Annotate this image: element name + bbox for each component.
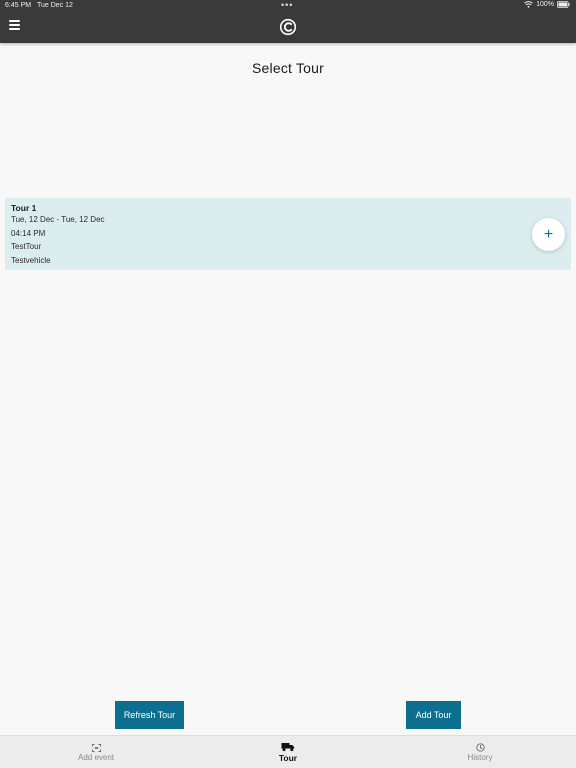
add-tour-button[interactable]: Add Tour [406, 701, 461, 729]
tour-dates: Tue, 12 Dec - Tue, 12 Dec [11, 215, 105, 224]
tab-tour[interactable]: Tour [192, 736, 384, 768]
scan-icon [91, 743, 101, 752]
tour-time: 04:14 PM [11, 229, 46, 238]
tour-card[interactable]: Tour 1 Tue, 12 Dec - Tue, 12 Dec 04:14 P… [5, 198, 571, 270]
status-date: Tue Dec 12 [37, 2, 73, 9]
refresh-tour-button[interactable]: Refresh Tour [115, 701, 184, 729]
multitask-dots[interactable]: ••• [281, 0, 293, 10]
battery-icon [557, 1, 570, 8]
tab-label: History [467, 753, 493, 762]
clock-icon [475, 743, 485, 752]
tab-label: Tour [278, 753, 298, 763]
wifi-icon [524, 1, 533, 8]
tour-vehicle: Testvehicle [11, 256, 51, 265]
tour-description: TestTour [11, 242, 42, 251]
tour-name: Tour 1 [11, 203, 37, 213]
page-title: Select Tour [252, 60, 324, 76]
plus-icon: + [543, 225, 554, 243]
truck-icon [281, 742, 295, 752]
hamburger-icon[interactable] [7, 18, 25, 36]
battery-percent: 100% [536, 1, 554, 8]
tab-bar: Add event Tour History [0, 735, 576, 768]
add-to-tour-button[interactable]: + [532, 218, 565, 251]
tab-history[interactable]: History [384, 736, 576, 768]
app-header: 6:45 PM Tue Dec 12 ••• 100% [0, 0, 576, 43]
status-indicators: 100% [524, 1, 570, 8]
app-logo-icon [279, 18, 297, 36]
tab-label: Add event [77, 752, 115, 762]
screen: 6:45 PM Tue Dec 12 ••• 100% Select Tour … [0, 0, 576, 768]
status-time: 6:45 PM [5, 2, 32, 9]
tab-add-event[interactable]: Add event [0, 736, 192, 768]
